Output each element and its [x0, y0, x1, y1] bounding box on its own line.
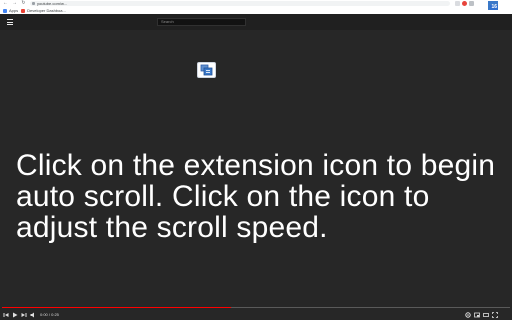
bookmarks-bar: Apps Developer Dashboa...	[0, 7, 512, 14]
volume-icon[interactable]	[29, 311, 36, 318]
bookmark-label: Apps	[9, 8, 19, 13]
address-url: youtube.com/w...	[37, 1, 68, 6]
player-controls-right	[462, 309, 498, 320]
profile-icon[interactable]	[462, 1, 467, 6]
browser-toolbar: ← → ↻ ⌂ youtube.com/w...	[0, 0, 512, 7]
auto-scroll-extension-icon	[197, 62, 216, 78]
bookmark-developer-dashboard[interactable]: Developer Dashboa...	[21, 8, 66, 13]
lock-icon	[32, 2, 35, 5]
address-bar[interactable]: youtube.com/w...	[30, 1, 450, 6]
search-placeholder: Search	[161, 19, 174, 24]
more-icon[interactable]	[469, 1, 474, 6]
progress-played	[2, 307, 231, 308]
hamburger-menu-icon[interactable]	[7, 19, 13, 25]
prev-icon[interactable]	[2, 311, 9, 318]
scroll-document-icon	[200, 64, 213, 76]
page-header: Search	[0, 14, 512, 30]
play-icon[interactable]	[11, 311, 18, 318]
star-icon[interactable]	[455, 1, 460, 6]
miniplayer-icon[interactable]	[473, 311, 480, 318]
browser-chrome: ← → ↻ ⌂ youtube.com/w... 16 Apps Develop…	[0, 0, 512, 14]
time-display: 0:00 / 0:25	[40, 312, 59, 317]
forward-icon[interactable]: →	[11, 0, 18, 7]
apps-icon	[3, 8, 7, 13]
bookmark-favicon-icon	[21, 8, 26, 13]
bookmark-label: Developer Dashboa...	[27, 8, 66, 13]
fullscreen-icon[interactable]	[491, 311, 498, 318]
toolbar-right-icons	[455, 0, 476, 7]
video-progress-bar[interactable]	[2, 307, 510, 308]
settings-icon[interactable]	[464, 311, 471, 318]
reload-icon[interactable]: ↻	[20, 0, 27, 7]
back-icon[interactable]: ←	[2, 0, 9, 7]
instruction-text: Click on the extension icon to begin aut…	[16, 149, 496, 244]
next-icon[interactable]	[20, 311, 27, 318]
theater-icon[interactable]	[482, 311, 489, 318]
search-input[interactable]: Search	[157, 18, 246, 26]
player-controls: 0:00 / 0:25	[0, 309, 512, 320]
bookmark-apps[interactable]: Apps	[3, 8, 18, 13]
